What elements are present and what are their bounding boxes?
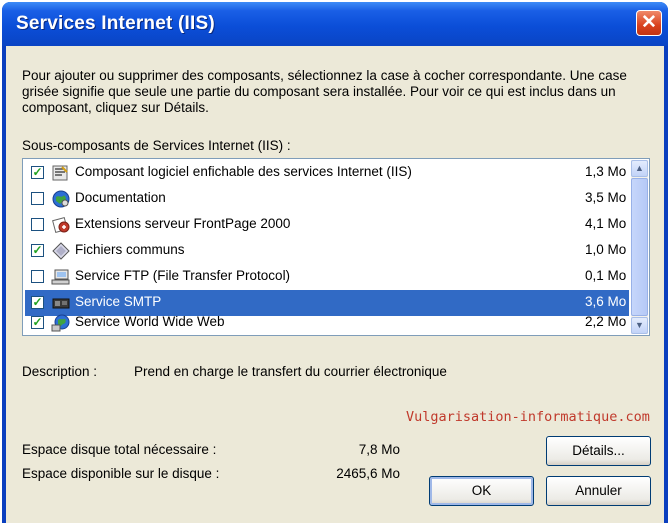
check-mark-icon: ✓ xyxy=(32,243,43,257)
list-item[interactable]: Documentation 3,5 Mo xyxy=(25,186,629,212)
list-item-label: Service World Wide Web xyxy=(75,314,225,329)
watermark-text: Vulgarisation-informatique.com xyxy=(406,409,650,425)
list-item-checkbox[interactable] xyxy=(31,192,44,205)
list-item-label: Service SMTP xyxy=(75,294,162,309)
list-item-size: 0,1 Mo xyxy=(585,268,627,283)
details-button[interactable]: Détails... xyxy=(546,436,651,466)
disk-total-label: Espace disque total nécessaire : xyxy=(22,442,217,457)
list-item-label: Extensions serveur FrontPage 2000 xyxy=(75,216,291,231)
list-item[interactable]: ✓ Fichiers communs 1,0 Mo xyxy=(25,238,629,264)
list-item-size: 3,5 Mo xyxy=(585,190,627,205)
scroll-up-button[interactable]: ▲ xyxy=(631,160,648,177)
list-item-size: 1,0 Mo xyxy=(585,242,627,257)
list-item[interactable]: Service FTP (File Transfer Protocol) 0,1… xyxy=(25,264,629,290)
ok-button[interactable]: OK xyxy=(429,476,534,506)
common-files-icon xyxy=(52,242,70,260)
description-text: Prend en charge le transfert du courrier… xyxy=(134,364,447,379)
list-item-checkbox[interactable]: ✓ xyxy=(31,243,44,257)
disk-free-value: 2465,6 Mo xyxy=(336,466,400,481)
subcomponents-label: Sous-composants de Services Internet (II… xyxy=(22,138,291,153)
list-item-size: 3,6 Mo xyxy=(585,294,627,309)
list-item-size: 2,2 Mo xyxy=(585,314,627,329)
list-item-label: Service FTP (File Transfer Protocol) xyxy=(75,268,291,283)
snapin-icon xyxy=(52,165,68,181)
list-item-size: 4,1 Mo xyxy=(585,216,627,231)
chevron-up-icon: ▲ xyxy=(635,163,644,173)
scroll-thumb[interactable] xyxy=(631,178,648,316)
list-scrollbar[interactable]: ▲ ▼ xyxy=(631,160,648,334)
list-item[interactable]: Extensions serveur FrontPage 2000 4,1 Mo xyxy=(25,212,629,238)
list-item-label: Composant logiciel enfichable des servic… xyxy=(75,164,412,179)
dialog-body: Pour ajouter ou supprimer des composants… xyxy=(6,46,664,523)
chevron-down-icon: ▼ xyxy=(635,320,644,330)
check-mark-icon: ✓ xyxy=(32,315,43,329)
subcomponents-list[interactable]: ✓ Composant logiciel enfichable des serv… xyxy=(22,158,650,336)
ftp-icon xyxy=(51,269,70,285)
cancel-button[interactable]: Annuler xyxy=(546,476,651,506)
list-item-checkbox[interactable]: ✓ xyxy=(31,165,44,179)
scroll-down-button[interactable]: ▼ xyxy=(631,317,648,334)
iis-dialog-window: Services Internet (IIS) ✕ Pour ajouter o… xyxy=(2,2,668,523)
list-item-label: Documentation xyxy=(75,190,166,205)
globe-doc-icon xyxy=(52,190,70,208)
close-icon: ✕ xyxy=(641,12,657,33)
title-bar[interactable]: Services Internet (IIS) ✕ xyxy=(2,2,668,46)
list-item-label: Fichiers communs xyxy=(75,242,185,257)
list-item[interactable]: ✓ Service World Wide Web 2,2 Mo xyxy=(25,308,629,334)
list-item-checkbox[interactable] xyxy=(31,218,44,231)
window-title: Services Internet (IIS) xyxy=(16,13,215,34)
check-mark-icon: ✓ xyxy=(32,165,43,179)
list-item-checkbox[interactable] xyxy=(31,270,44,283)
disk-total-value: 7,8 Mo xyxy=(358,442,400,457)
description-label: Description : xyxy=(22,364,98,379)
close-button[interactable]: ✕ xyxy=(636,10,662,36)
disk-free-label: Espace disponible sur le disque : xyxy=(22,466,220,481)
www-icon xyxy=(51,314,70,332)
frontpage-icon xyxy=(52,217,70,233)
list-item[interactable]: ✓ Composant logiciel enfichable des serv… xyxy=(25,160,629,186)
list-item-checkbox[interactable]: ✓ xyxy=(31,315,44,329)
list-item-size: 1,3 Mo xyxy=(585,164,627,179)
intro-text: Pour ajouter ou supprimer des composants… xyxy=(22,68,627,115)
